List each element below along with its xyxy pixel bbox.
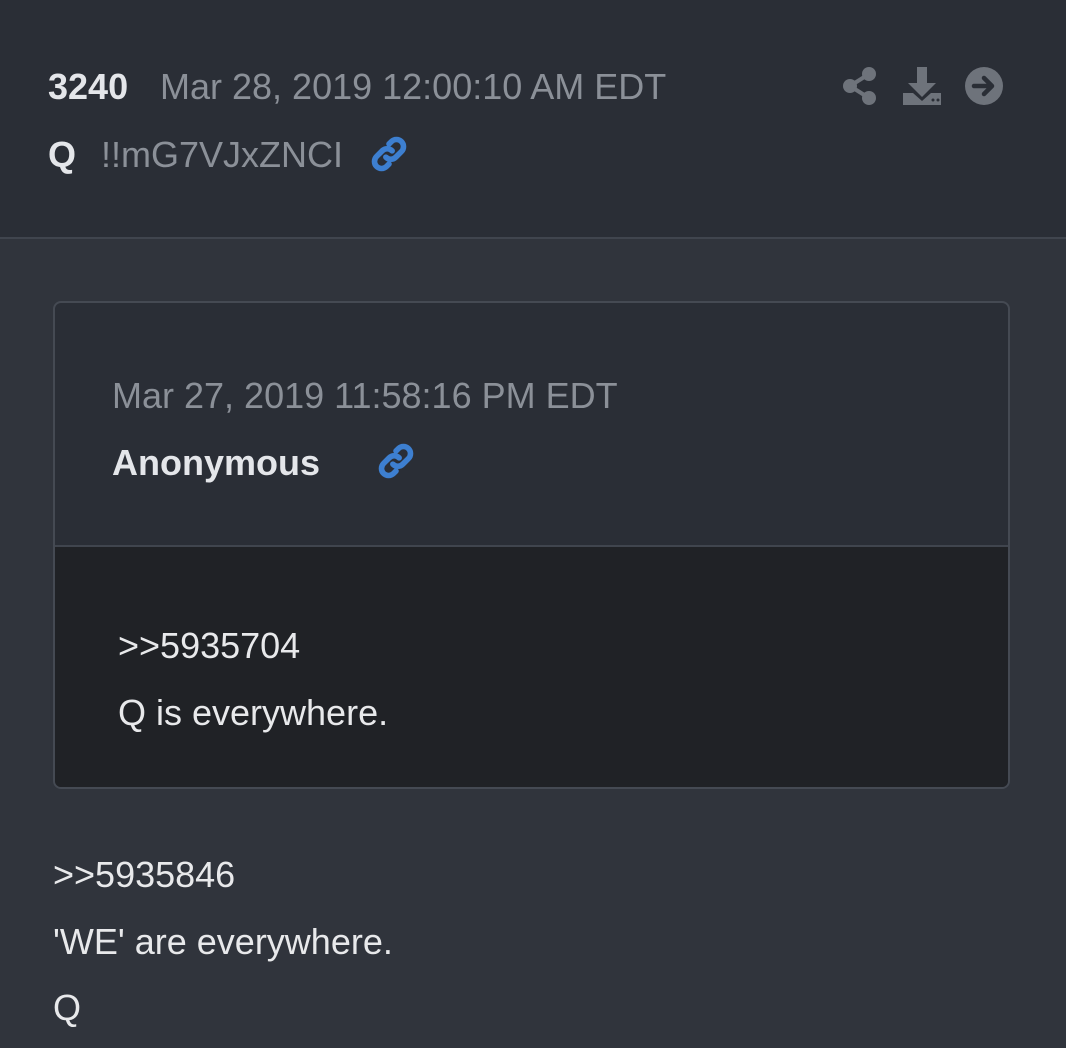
arrow-circle-right-icon[interactable] <box>964 64 1004 108</box>
quoted-post: Mar 27, 2019 11:58:16 PM EDT Anonymous >… <box>53 301 1010 789</box>
post-number[interactable]: 3240 <box>48 66 128 108</box>
post-author: Q <box>48 134 77 175</box>
share-icon[interactable] <box>840 64 880 108</box>
quoted-post-date: Mar 27, 2019 11:58:16 PM EDT <box>112 375 618 416</box>
post-header: 3240 Mar 28, 2019 12:00:10 AM EDT Q !!mG… <box>0 0 1066 239</box>
post-tripcode: !!mG7VJxZNCI <box>101 134 344 175</box>
post-date: Mar 28, 2019 12:00:10 AM EDT <box>160 66 667 107</box>
post-signature: Q <box>53 987 82 1028</box>
link-icon[interactable] <box>368 133 410 175</box>
quoted-post-author: Anonymous <box>112 442 321 483</box>
post-text: 'WE' are everywhere. <box>53 921 393 962</box>
quoted-post-reference[interactable]: >>5935704 <box>118 625 300 667</box>
post-reference[interactable]: >>5935846 <box>53 854 235 896</box>
post-page: 3240 Mar 28, 2019 12:00:10 AM EDT Q !!mG… <box>0 0 1066 1048</box>
download-icon[interactable] <box>900 64 944 108</box>
quoted-post-text: Q is everywhere. <box>118 692 389 733</box>
quoted-post-header: Mar 27, 2019 11:58:16 PM EDT Anonymous <box>55 303 1008 547</box>
quoted-post-body: >>5935704 Q is everywhere. <box>55 547 1008 787</box>
link-icon[interactable] <box>375 440 417 482</box>
